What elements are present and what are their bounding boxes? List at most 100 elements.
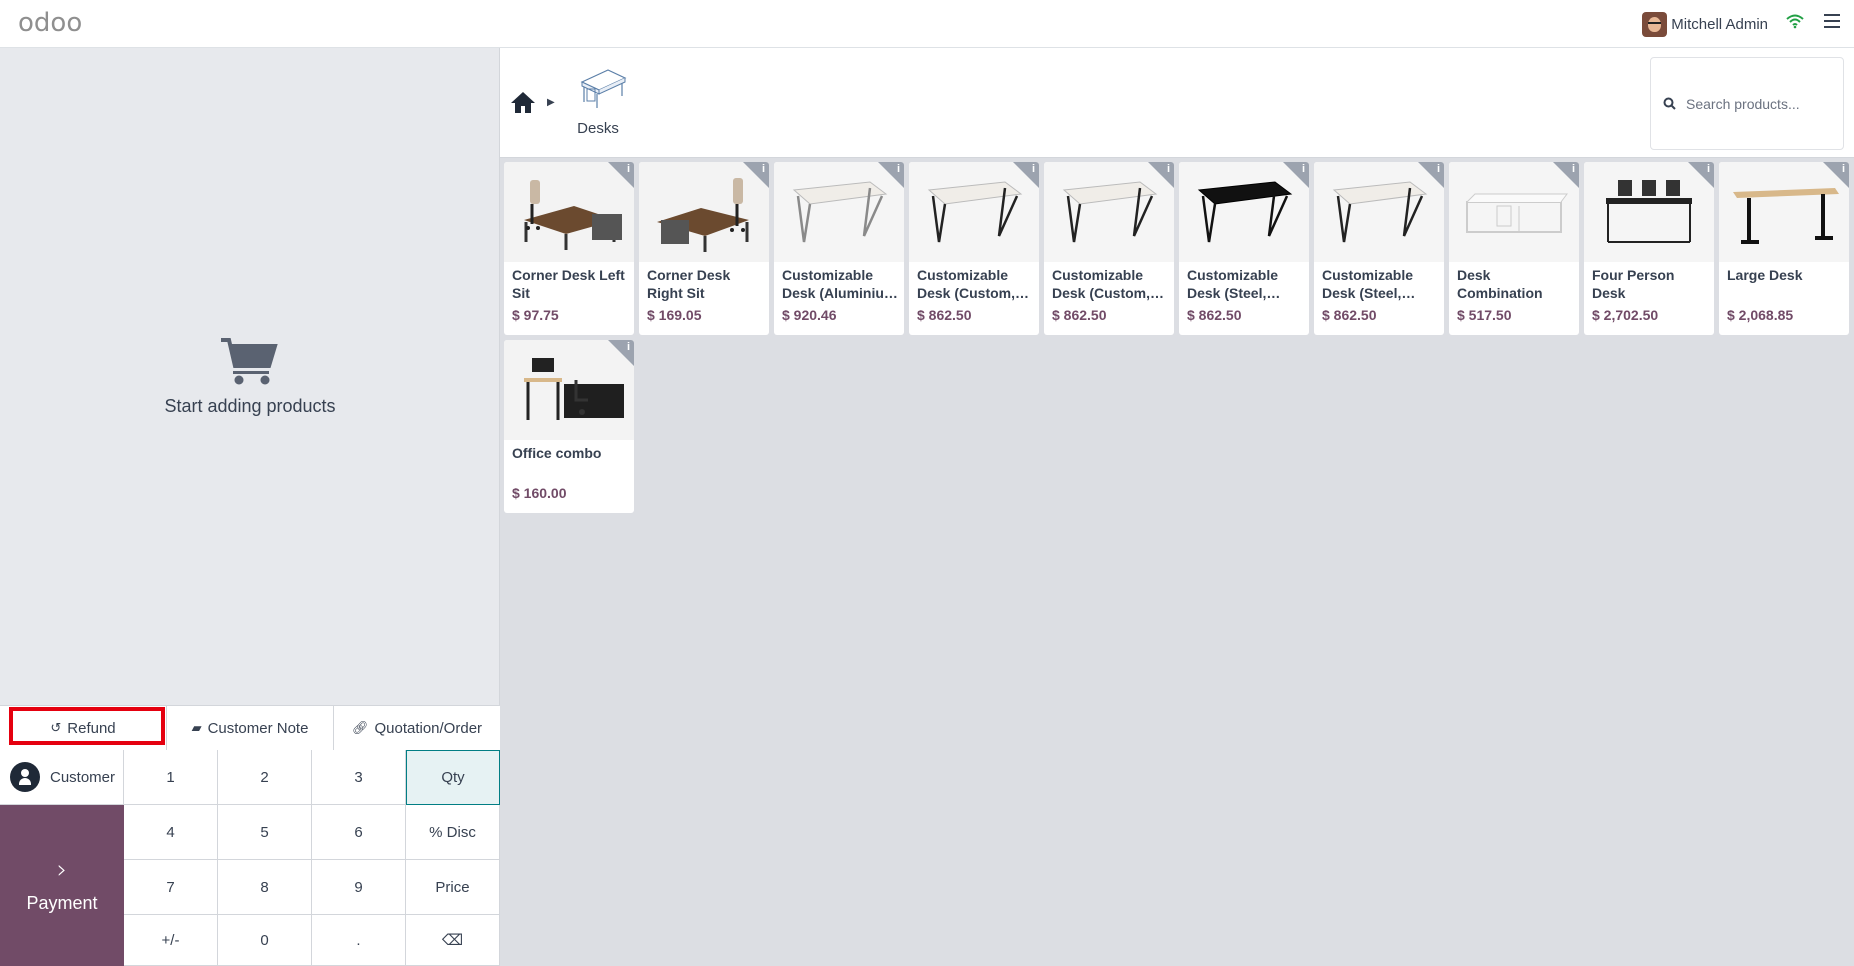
product-price: $ 862.50: [1052, 307, 1107, 323]
numpad-key-3[interactable]: 3: [312, 750, 406, 805]
category-desks[interactable]: Desks: [577, 66, 627, 156]
numpad-plus-minus[interactable]: +/-: [124, 915, 218, 966]
quotation-order-button[interactable]: 🔗︎ Quotation/Order: [334, 706, 500, 750]
product-info-icon[interactable]: [878, 162, 904, 188]
info-icon: i: [761, 163, 765, 175]
product-name: Large Desk: [1727, 267, 1803, 283]
product-panel: ▶ Desks i Corner Desk Left Sit $ 97.75 i Cor…: [500, 48, 1854, 966]
product-info-icon[interactable]: [1283, 162, 1309, 188]
product-card[interactable]: i Corner Desk Left Sit $ 97.75: [504, 162, 634, 335]
hamburger-menu-icon[interactable]: [1824, 14, 1840, 30]
product-card[interactable]: i Large Desk $ 2,068.85: [1719, 162, 1849, 335]
product-info-icon[interactable]: [608, 162, 634, 188]
desk-category-icon: [580, 69, 627, 108]
info-icon: i: [1436, 163, 1440, 175]
customer-note-button[interactable]: ▰ Customer Note: [167, 706, 334, 750]
search-icon: [1663, 97, 1676, 110]
numpad-key-7[interactable]: 7: [124, 860, 218, 915]
numpad-key-6[interactable]: 6: [312, 805, 406, 860]
product-card[interactable]: i Customizable Desk (Custom,… $ 862.50: [909, 162, 1039, 335]
product-name: Customizable Desk (Aluminiu…: [782, 267, 898, 301]
product-name: Corner Desk Right Sit: [647, 267, 731, 301]
info-icon: i: [1841, 163, 1845, 175]
numpad: 1 2 3 Qty 4 5 6 % Disc 7 8 9 Price +/- 0…: [124, 750, 500, 966]
product-card[interactable]: i Customizable Desk (Steel,… $ 862.50: [1179, 162, 1309, 335]
product-card[interactable]: i Customizable Desk (Custom,… $ 862.50: [1044, 162, 1174, 335]
product-price: $ 97.75: [512, 307, 559, 323]
note-icon: ▰: [191, 720, 202, 735]
logo-text: odoo: [18, 8, 83, 38]
product-price: $ 517.50: [1457, 307, 1512, 323]
numpad-decimal[interactable]: .: [312, 915, 406, 966]
empty-order: Start adding products: [0, 336, 500, 417]
numpad-key-5[interactable]: 5: [218, 805, 312, 860]
product-info-icon[interactable]: [1688, 162, 1714, 188]
numpad-key-9[interactable]: 9: [312, 860, 406, 915]
user-menu[interactable]: Mitchell Admin: [1642, 11, 1768, 37]
payment-button[interactable]: › Payment: [0, 805, 124, 966]
numpad-key-1[interactable]: 1: [124, 750, 218, 805]
info-icon: i: [1571, 163, 1575, 175]
info-icon: i: [1706, 163, 1710, 175]
product-price: $ 2,702.50: [1592, 307, 1659, 323]
numpad-backspace-icon[interactable]: ⌫: [406, 915, 500, 966]
product-info-icon[interactable]: [1013, 162, 1039, 188]
product-name: Desk Combination: [1457, 267, 1543, 301]
product-price: $ 2,068.85: [1727, 307, 1794, 323]
numpad-key-4[interactable]: 4: [124, 805, 218, 860]
refund-button[interactable]: ↺ Refund: [0, 706, 167, 750]
search-bar: [1650, 57, 1844, 150]
info-icon: i: [1301, 163, 1305, 175]
quotation-order-label: Quotation/Order: [374, 719, 483, 737]
product-info-icon[interactable]: [608, 340, 634, 366]
control-buttons: ↺ Refund ▰ Customer Note 🔗︎ Quotation/Or…: [0, 705, 500, 750]
product-info-icon[interactable]: [743, 162, 769, 188]
empty-order-text: Start adding products: [164, 396, 336, 416]
product-card[interactable]: i Office combo $ 160.00: [504, 340, 634, 513]
product-card[interactable]: i Corner Desk Right Sit $ 169.05: [639, 162, 769, 335]
customer-label: Customer: [50, 768, 116, 786]
numpad-mode-qty[interactable]: Qty: [406, 750, 500, 805]
wifi-icon[interactable]: [1786, 13, 1804, 29]
product-name: Four Person Desk: [1592, 267, 1675, 301]
info-icon: i: [896, 163, 900, 175]
link-icon: 🔗︎: [351, 720, 369, 735]
numpad-key-2[interactable]: 2: [218, 750, 312, 805]
user-avatar: [1642, 11, 1668, 37]
refund-label: Refund: [67, 719, 116, 737]
user-name: Mitchell Admin: [1671, 15, 1768, 33]
product-info-icon[interactable]: [1823, 162, 1849, 188]
product-price: $ 862.50: [1187, 307, 1242, 323]
product-price: $ 169.05: [647, 307, 702, 323]
product-card[interactable]: i Desk Combination $ 517.50: [1449, 162, 1579, 335]
product-card[interactable]: i Customizable Desk (Steel,… $ 862.50: [1314, 162, 1444, 335]
numpad-mode-discount[interactable]: % Disc: [406, 805, 500, 860]
customer-note-label: Customer Note: [207, 719, 309, 737]
product-name: Customizable Desk (Steel,…: [1187, 267, 1281, 301]
product-name: Customizable Desk (Custom,…: [1052, 267, 1165, 301]
info-icon: i: [626, 163, 630, 175]
product-price: $ 160.00: [512, 485, 567, 501]
product-info-icon[interactable]: [1148, 162, 1174, 188]
product-info-icon[interactable]: [1553, 162, 1579, 188]
search-products-input[interactable]: [1686, 95, 1836, 112]
category-desks-label: Desks: [577, 120, 619, 137]
product-price: $ 920.46: [782, 307, 837, 323]
product-name: Customizable Desk (Custom,…: [917, 267, 1030, 301]
product-name: Customizable Desk (Steel,…: [1322, 267, 1416, 301]
chevron-right-icon: ›: [56, 855, 68, 885]
numpad-mode-price[interactable]: Price: [406, 860, 500, 915]
numpad-area: Customer › Payment 1 2 3 Qty 4 5 6 % Dis…: [0, 750, 500, 966]
info-icon: i: [1166, 163, 1170, 175]
customer-button[interactable]: Customer: [0, 750, 124, 805]
payment-label: Payment: [26, 893, 98, 913]
numpad-key-8[interactable]: 8: [218, 860, 312, 915]
shopping-cart-icon: [221, 338, 278, 385]
numpad-key-0[interactable]: 0: [218, 915, 312, 966]
product-card[interactable]: i Four Person Desk $ 2,702.50: [1584, 162, 1714, 335]
product-info-icon[interactable]: [1418, 162, 1444, 188]
info-icon: i: [1031, 163, 1035, 175]
home-icon[interactable]: [510, 90, 536, 114]
odoo-logo: odoo: [18, 9, 82, 37]
product-card[interactable]: i Customizable Desk (Aluminiu… $ 920.46: [774, 162, 904, 335]
